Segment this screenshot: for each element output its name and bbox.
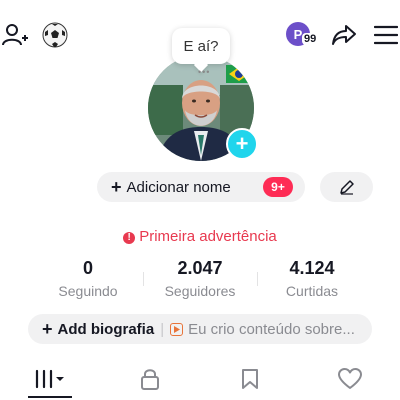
plus-icon: + [235,131,249,156]
add-friend-button[interactable] [0,18,30,52]
add-bio-button[interactable]: Add biografia [58,321,155,338]
stat-following[interactable]: 0 Seguindo [38,258,138,299]
lock-icon [141,369,159,390]
status-bubble[interactable]: E aí? ••• [172,28,230,77]
stat-divider [257,272,258,286]
bio-placeholder[interactable]: Eu crio conteúdo sobre... [188,321,355,338]
private-tab[interactable] [100,360,200,398]
add-photo-button[interactable]: + [226,128,258,160]
active-tab-indicator [28,396,72,398]
warning-text: Primeira advertência [139,228,277,245]
soccer-ball-icon [42,22,68,48]
stat-value: 2.047 [177,258,223,278]
menu-button[interactable] [372,20,400,50]
heart-icon [338,368,362,389]
add-name-button[interactable]: + Adicionar nome 9+ [97,172,305,202]
stat-label: Seguidores [164,283,236,299]
stat-label: Curtidas [285,283,339,299]
saved-tab[interactable] [200,360,300,398]
menu-icon [374,25,398,45]
add-name-label: Adicionar nome [126,178,231,196]
grid-icon [35,369,64,389]
status-bubble-text: E aí? [183,37,219,55]
stat-value: 4.124 [289,258,335,278]
stat-likes[interactable]: 4.124 Curtidas [262,258,362,299]
ellipsis-icon: ••• [198,67,211,77]
plus-icon: + [111,176,122,197]
stat-value: 0 [82,258,93,278]
stat-divider [143,272,144,286]
bookmark-icon [242,369,258,389]
profile-tabs [0,360,400,400]
videos-grid-tab[interactable] [0,360,100,398]
add-friend-icon [2,24,28,46]
notification-badge: 9+ [263,177,293,197]
video-icon [170,322,184,336]
liked-tab[interactable] [300,360,400,398]
pencil-icon [339,180,354,195]
profile-badge-count: 99 [302,33,319,45]
bio-bar[interactable]: + Add biografia | Eu crio conteúdo sobre… [28,314,372,344]
profile-switch-button[interactable]: P 99 [284,20,322,50]
plus-icon: + [42,318,53,339]
edit-profile-button[interactable] [320,172,373,202]
share-button[interactable] [328,20,360,50]
share-icon [332,25,356,45]
stat-followers[interactable]: 2.047 Seguidores [150,258,250,299]
soccer-ball-button[interactable] [40,20,70,50]
warning-notice[interactable]: ! Primeira advertência [0,228,400,245]
stat-label: Seguindo [58,283,118,299]
divider: | [160,320,165,338]
alert-icon: ! [123,232,136,244]
